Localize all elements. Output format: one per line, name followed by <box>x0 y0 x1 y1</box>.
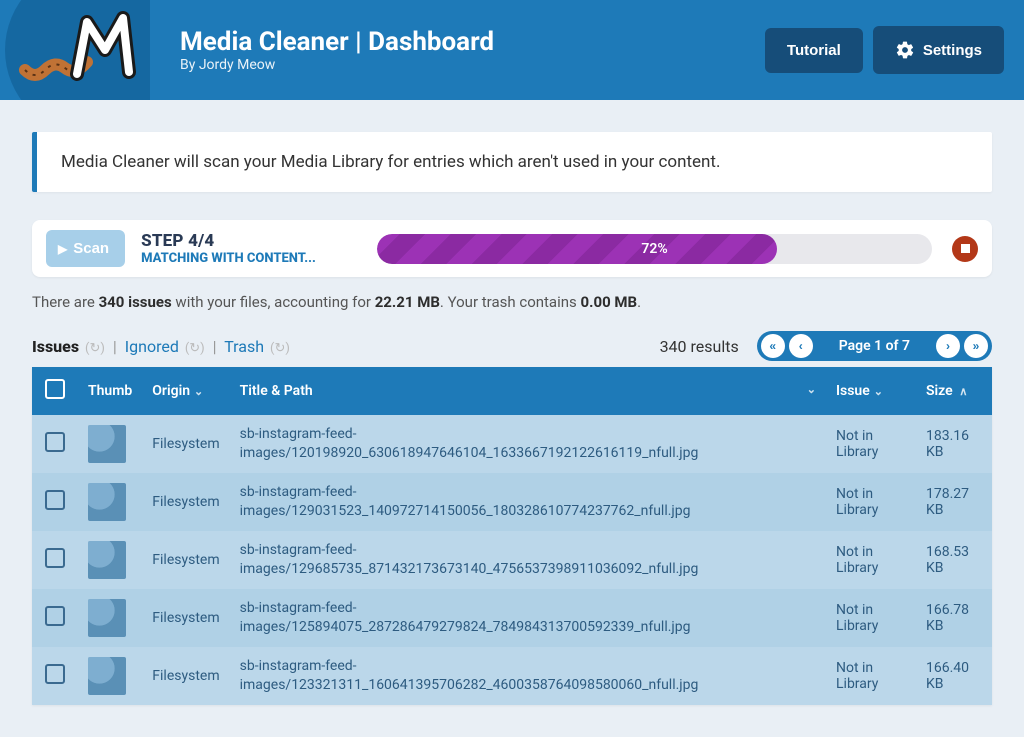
issues-table: Thumb Origin⌄ Title & Path⌄ Issue⌄ Size … <box>32 367 992 705</box>
results-count: 340 results <box>660 337 739 356</box>
pager: « ‹ Page 1 of 7 › » <box>757 331 992 361</box>
progress-label: 72% <box>377 234 932 264</box>
scan-card: ▶ Scan STEP 4/4 MATCHING WITH CONTENT...… <box>32 220 992 277</box>
cell-title: sb-instagram-feed- images/129685735_8714… <box>230 531 826 589</box>
progress-bar: 72% <box>377 234 932 264</box>
worm-m-logo-icon <box>10 10 140 90</box>
info-banner: Media Cleaner will scan your Media Libra… <box>32 132 992 192</box>
col-title[interactable]: Title & Path⌄ <box>230 367 826 415</box>
thumbnail[interactable] <box>88 657 126 695</box>
page-byline: By Jordy Meow <box>180 57 755 73</box>
app-header: Media Cleaner | Dashboard By Jordy Meow … <box>0 0 1024 100</box>
row-checkbox[interactable] <box>45 432 65 452</box>
pager-next-button[interactable]: › <box>936 334 960 358</box>
gear-icon <box>895 40 915 60</box>
row-checkbox[interactable] <box>45 664 65 684</box>
chevron-down-icon: ⌄ <box>803 383 816 396</box>
pager-label: Page 1 of 7 <box>817 338 932 354</box>
refresh-icon[interactable]: (↻) <box>83 341 105 356</box>
table-row[interactable]: Filesystem sb-instagram-feed- images/123… <box>32 647 992 705</box>
tab-ignored[interactable]: Ignored <box>125 337 179 356</box>
col-issue[interactable]: Issue⌄ <box>826 367 916 415</box>
cell-origin: Filesystem <box>142 647 229 705</box>
cell-size: 168.53 KB <box>916 531 992 589</box>
cell-issue: Not in Library <box>826 531 916 589</box>
table-row[interactable]: Filesystem sb-instagram-feed- images/120… <box>32 415 992 473</box>
col-size[interactable]: Size ∧ <box>916 367 992 415</box>
cell-size: 166.78 KB <box>916 589 992 647</box>
chevron-down-icon: ⌄ <box>870 385 883 398</box>
tab-trash[interactable]: Trash <box>224 337 264 356</box>
col-thumb[interactable]: Thumb <box>78 367 142 415</box>
cell-title: sb-instagram-feed- images/129031523_1409… <box>230 473 826 531</box>
row-checkbox[interactable] <box>45 548 65 568</box>
tab-issues[interactable]: Issues <box>32 337 79 356</box>
cell-origin: Filesystem <box>142 473 229 531</box>
cell-size: 183.16 KB <box>916 415 992 473</box>
play-icon: ▶ <box>58 242 67 256</box>
thumbnail[interactable] <box>88 541 126 579</box>
scan-step-subtitle: MATCHING WITH CONTENT... <box>141 251 361 266</box>
thumbnail[interactable] <box>88 599 126 637</box>
tutorial-button[interactable]: Tutorial <box>765 28 863 73</box>
table-row[interactable]: Filesystem sb-instagram-feed- images/125… <box>32 589 992 647</box>
stop-icon <box>961 244 970 253</box>
stop-button[interactable] <box>952 236 978 262</box>
pager-first-button[interactable]: « <box>761 334 785 358</box>
refresh-icon[interactable]: (↻) <box>183 341 205 356</box>
filter-tabs: Issues (↻) | Ignored (↻) | Trash (↻) <box>32 337 290 356</box>
col-origin[interactable]: Origin⌄ <box>142 367 229 415</box>
summary-line: There are 340 issues with your files, ac… <box>32 293 992 311</box>
pager-last-button[interactable]: » <box>964 334 988 358</box>
refresh-icon[interactable]: (↻) <box>268 341 290 356</box>
cell-title: sb-instagram-feed- images/123321311_1606… <box>230 647 826 705</box>
scan-step-title: STEP 4/4 <box>141 231 361 251</box>
pager-prev-button[interactable]: ‹ <box>789 334 813 358</box>
cell-origin: Filesystem <box>142 531 229 589</box>
cell-issue: Not in Library <box>826 473 916 531</box>
table-row[interactable]: Filesystem sb-instagram-feed- images/129… <box>32 531 992 589</box>
cell-title: sb-instagram-feed- images/125894075_2872… <box>230 589 826 647</box>
cell-issue: Not in Library <box>826 415 916 473</box>
cell-size: 178.27 KB <box>916 473 992 531</box>
select-all-checkbox[interactable] <box>45 379 65 399</box>
scan-button[interactable]: ▶ Scan <box>46 230 125 267</box>
table-row[interactable]: Filesystem sb-instagram-feed- images/129… <box>32 473 992 531</box>
cell-title: sb-instagram-feed- images/120198920_6306… <box>230 415 826 473</box>
chevron-down-icon: ⌄ <box>190 385 203 398</box>
settings-button[interactable]: Settings <box>873 26 1004 74</box>
cell-origin: Filesystem <box>142 589 229 647</box>
row-checkbox[interactable] <box>45 606 65 626</box>
chevron-up-icon: ∧ <box>953 385 968 398</box>
page-title: Media Cleaner | Dashboard <box>180 27 755 57</box>
cell-issue: Not in Library <box>826 647 916 705</box>
thumbnail[interactable] <box>88 425 126 463</box>
thumbnail[interactable] <box>88 483 126 521</box>
logo <box>0 0 150 100</box>
cell-origin: Filesystem <box>142 415 229 473</box>
cell-size: 166.40 KB <box>916 647 992 705</box>
cell-issue: Not in Library <box>826 589 916 647</box>
row-checkbox[interactable] <box>45 490 65 510</box>
